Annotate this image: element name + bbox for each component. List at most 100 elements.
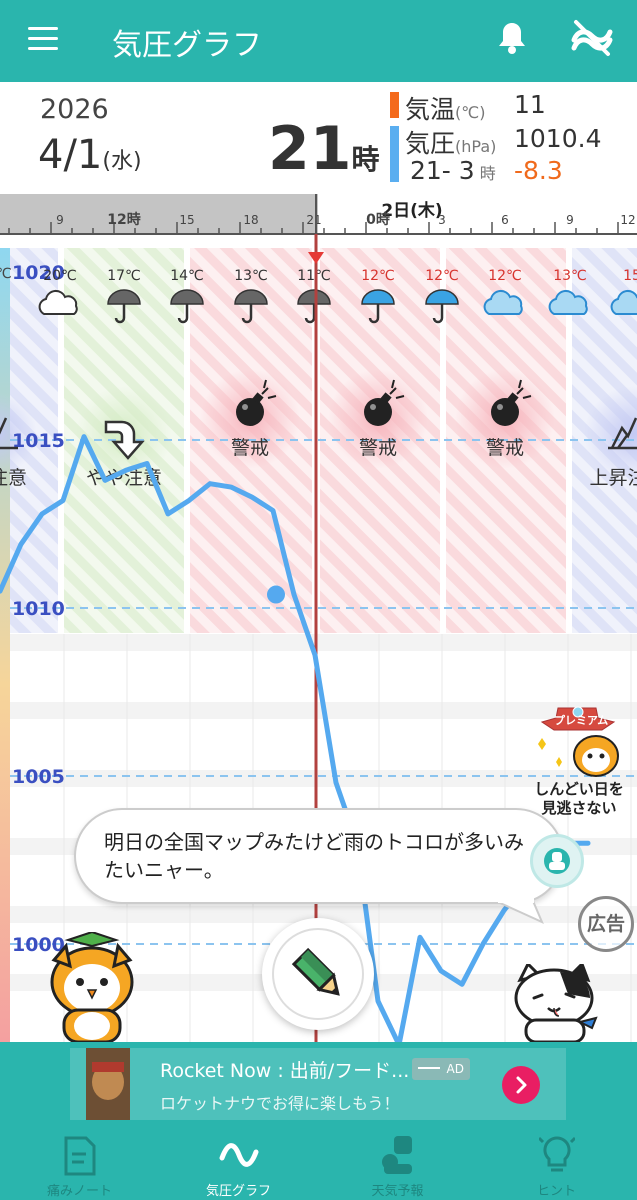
write-note-button[interactable] [262, 918, 374, 1030]
weather-temp: 14℃ [170, 268, 204, 284]
temp-value: 11 [514, 90, 546, 119]
lightbulb-icon [539, 1136, 575, 1172]
ad-thumbnail [86, 1048, 130, 1120]
pressure-point [376, 999, 380, 1003]
pressure-label: 気圧 [405, 129, 456, 158]
pressure-value: 1010.4 [514, 124, 602, 153]
weather-icon [382, 1136, 412, 1174]
mute-icon[interactable] [568, 18, 616, 58]
timeline-tick-label: 18 [243, 213, 258, 227]
range-value: -8.3 [514, 156, 563, 185]
alert-label: 上昇注 [589, 467, 637, 489]
pressure-point [124, 468, 128, 472]
bottom-navigation: 痛みノート 気圧グラフ 天気予報 ヒント [0, 1126, 637, 1200]
y-axis-label: 1010 [12, 598, 65, 620]
timeline-tick-label: 21 [306, 213, 321, 227]
nav-weather-label: 天気予報 [371, 1184, 424, 1199]
hamburger-menu-icon[interactable] [28, 27, 58, 51]
pressure-row: 気圧(hPa) [405, 124, 496, 160]
premium-badge[interactable]: プレミアム しんどい日を 見逃さない [524, 704, 634, 826]
ad-title: Rocket Now : 出前/フード... [160, 1060, 410, 1082]
grid-stripe [10, 668, 637, 685]
nav-hints[interactable]: ヒント [477, 1126, 636, 1200]
pressure-point [313, 653, 317, 657]
date-value: 4/1 [38, 132, 103, 178]
weather-temp-partial: ℃ [0, 266, 12, 282]
owl-character[interactable] [44, 932, 140, 1042]
range-row: 21- 3 時 [410, 156, 496, 185]
pressure-point [103, 478, 107, 482]
pressure-point [166, 512, 170, 516]
range-label: 21- 3 [410, 156, 475, 185]
hour-value: 21 [268, 114, 352, 184]
pressure-point [586, 841, 590, 845]
weather-temp: 12℃ [425, 268, 459, 284]
ad-badge-text: AD [446, 1062, 464, 1076]
speech-bubble[interactable]: 明日の全国マップみたけど雨のトコロが多いみたいニャー。 [74, 808, 564, 904]
nav-pain-note[interactable]: 痛みノート [0, 1126, 159, 1200]
timeline-tick-label: 9 [56, 213, 64, 227]
info-panel: 2026 4/1(水) 21時 気温(℃) 11 気圧(hPa) 1010.4 … [0, 82, 637, 194]
nav-hints-label: ヒント [536, 1184, 576, 1199]
nav-pressure-graph[interactable]: 気圧グラフ [159, 1126, 318, 1200]
premium-text-line1: しんどい日を [534, 780, 624, 798]
weather-temp: 20℃ [43, 268, 77, 284]
nav-pain-note-label: 痛みノート [46, 1184, 112, 1199]
temp-row: 気温(℃) [405, 90, 485, 126]
current-pressure-dot [267, 585, 285, 604]
nav-weather[interactable]: 天気予報 [318, 1126, 477, 1200]
pressure-point [481, 942, 485, 946]
ad-go-button[interactable] [502, 1066, 540, 1104]
grid-stripe [10, 634, 637, 651]
premium-label: プレミアム [554, 714, 609, 727]
timeline-tick-label: 9 [566, 213, 574, 227]
pressure-point [208, 482, 212, 486]
timeline-tick-label: 15 [179, 213, 194, 227]
hour-label: 21時 [268, 114, 380, 184]
pressure-point [418, 935, 422, 939]
chevron-right-icon [516, 1076, 527, 1094]
alert-label: 注意 [0, 467, 27, 489]
temp-color-bar [390, 92, 399, 118]
weekday-label: (水) [102, 149, 142, 174]
pressure-point [40, 512, 44, 516]
pressure-point [19, 542, 23, 546]
ad-thumbnail-image [86, 1048, 130, 1120]
pressure-point [145, 462, 149, 466]
left-temperature-strip [0, 248, 10, 1042]
year-label: 2026 [40, 94, 109, 125]
pressure-point [82, 435, 86, 439]
pressure-color-bar [390, 126, 399, 182]
bell-icon[interactable] [496, 20, 528, 56]
weather-temp: 11℃ [297, 268, 331, 284]
y-axis-label: 1015 [12, 430, 65, 452]
pressure-point [439, 969, 443, 973]
pressure-point [292, 593, 296, 597]
character-button[interactable] [530, 834, 584, 888]
pressure-chart[interactable]: 2日(木) 9 12時 15 18 21 0時 3 6 9 12 1020 10… [0, 194, 637, 1042]
ad-subtitle: ロケットナウでお得に楽しもう！ [160, 1094, 400, 1113]
ad-mark[interactable]: 広告 [578, 896, 634, 952]
speech-bubble-tail [498, 894, 544, 924]
cat-character[interactable] [508, 964, 608, 1042]
ad-banner[interactable]: Rocket Now : 出前/フード... AD ロケットナウでお得に楽しもう… [70, 1048, 566, 1120]
pencil-icon [291, 947, 340, 996]
date-label: 4/1(水) [38, 132, 142, 178]
pressure-point [187, 498, 191, 502]
timeline-tick-label: 0時 [366, 211, 390, 228]
pressure-point [250, 495, 254, 499]
premium-text-line2: 見逃さない [541, 799, 617, 817]
app-title: 気圧グラフ [112, 28, 262, 63]
temp-unit: (℃) [455, 103, 486, 122]
ad-badge: AD [412, 1058, 470, 1080]
speech-bubble-text: 明日の全国マップみたけど雨のトコロが多いみたいニャー。 [104, 830, 524, 882]
note-icon [64, 1136, 96, 1176]
premium-text: しんどい日を 見逃さない [524, 780, 634, 818]
pressure-point [61, 498, 65, 502]
hour-unit: 時 [351, 143, 380, 176]
weather-temp: 13℃ [553, 268, 587, 284]
weather-temp: 12℃ [488, 268, 522, 284]
weather-temp: 17℃ [107, 268, 141, 284]
alert-label: 警戒 [359, 437, 397, 459]
timeline-tick-label: 6 [501, 213, 509, 227]
